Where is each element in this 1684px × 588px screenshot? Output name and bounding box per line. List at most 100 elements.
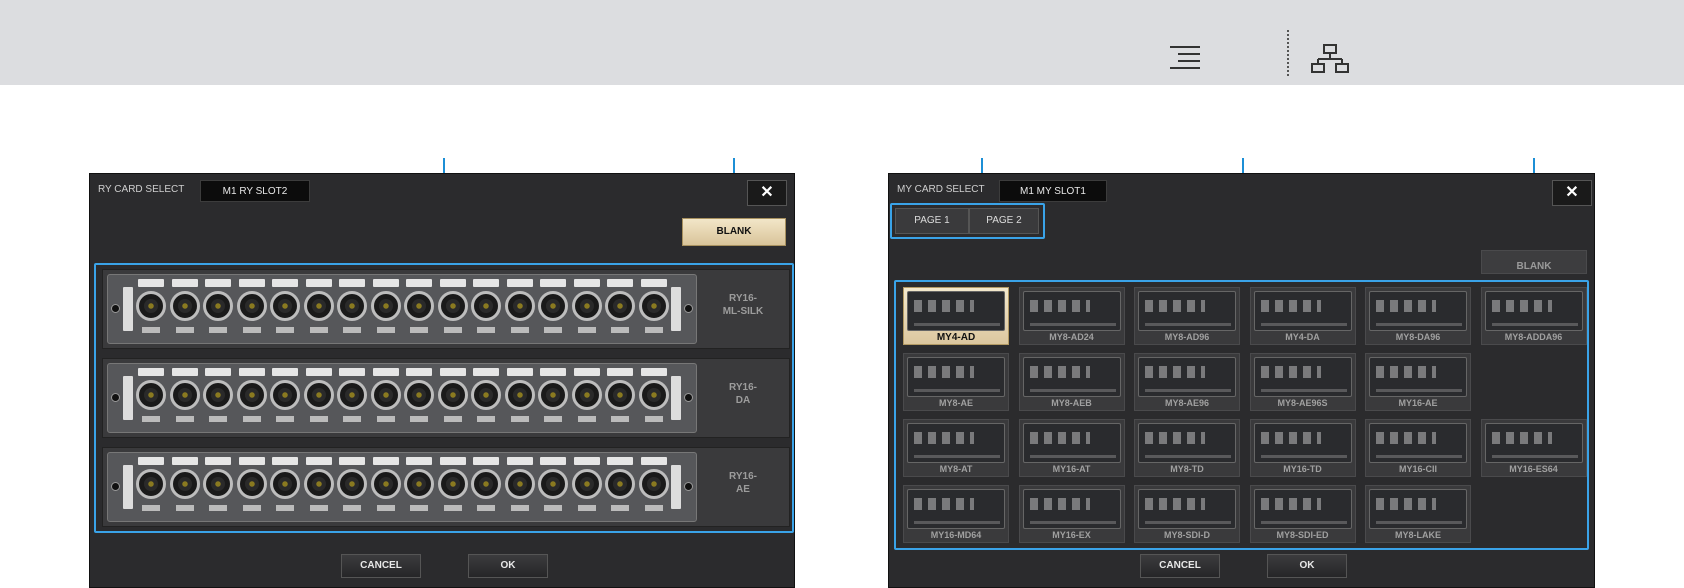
channel-number-plate [138, 457, 164, 465]
channel-number-plate [640, 457, 667, 465]
channel-number-plate [171, 279, 198, 287]
channel-number-plate [171, 368, 198, 376]
my-card-my16-at[interactable]: MY16-AT [1018, 419, 1125, 477]
my-card-my8-ae96[interactable]: MY8-AE96 [1134, 353, 1240, 411]
xlr-connector-icon [605, 380, 635, 410]
my-slot-tab: M1 MY SLOT1 [999, 180, 1107, 202]
channel-number-plate [473, 457, 499, 465]
connector-label-plate [376, 505, 395, 511]
connector-label-plate [644, 416, 663, 422]
connector-label-plate [611, 416, 629, 422]
ry-blank-button[interactable]: BLANK [682, 218, 786, 246]
ry-card-da[interactable]: RY16- DA [102, 358, 790, 438]
tab-page-2[interactable]: PAGE 2 [969, 208, 1039, 234]
panel-screw-icon [684, 482, 693, 491]
ry-card-ae[interactable]: RY16- AE [102, 447, 790, 527]
my-card-my16-cii[interactable]: MY16-CII [1365, 419, 1471, 477]
channel-number-plate [640, 279, 667, 287]
my-card-my8-ad24[interactable]: MY8-AD24 [1018, 287, 1125, 345]
card-name-label: MY8-AT [939, 464, 973, 474]
card-face-image [1022, 489, 1121, 529]
connector-label-plate [309, 327, 328, 333]
network-tree-icon[interactable] [1311, 44, 1349, 74]
xlr-connector-icon [571, 469, 602, 499]
side-label-plate [123, 287, 133, 331]
my-card-my8-at[interactable]: MY8-AT [903, 419, 1009, 477]
tab-page-1[interactable]: PAGE 1 [895, 208, 969, 234]
my-card-my8-adda96[interactable]: MY8-ADDA96 [1480, 287, 1587, 345]
xlr-connector-icon [571, 291, 602, 321]
my-card-select-panel: MY CARD SELECT M1 MY SLOT1 ✕ PAGE 1 PAGE… [888, 173, 1595, 588]
my-ok-button[interactable]: OK [1267, 554, 1347, 578]
my-close-button[interactable]: ✕ [1552, 180, 1592, 206]
card-name-label: MY8-AE96S [1277, 398, 1328, 408]
ry-slot-tab: M1 RY SLOT2 [200, 180, 310, 202]
connector-label-plate [209, 327, 227, 333]
connector-label-plate [242, 505, 261, 511]
xlr-connector-icon [337, 291, 367, 321]
connector-label-plate [477, 327, 495, 333]
channel-number-plate [305, 457, 332, 465]
xlr-connector-icon [337, 469, 367, 499]
connector-label-plate [175, 327, 194, 333]
card-face-image [907, 357, 1005, 397]
connector-label-plate [544, 505, 562, 511]
my-card-my8-ae[interactable]: MY8-AE [903, 353, 1009, 411]
side-label-plate [671, 376, 681, 420]
my-card-my8-aeb[interactable]: MY8-AEB [1018, 353, 1125, 411]
my-card-my8-td[interactable]: MY8-TD [1134, 419, 1240, 477]
ry-ok-button[interactable]: OK [468, 554, 548, 578]
card-name-label: MY4-AD [936, 332, 976, 343]
my-card-my8-ae96s[interactable]: MY8-AE96S [1249, 353, 1356, 411]
xlr-connector-icon [471, 380, 501, 410]
card-name-label: MY8-ADDA96 [1504, 332, 1563, 342]
card-name-label: MY8-AE96 [1164, 398, 1209, 408]
connector-label-plate [577, 327, 596, 333]
xlr-connector-icon [370, 469, 401, 499]
my-card-my16-md64[interactable]: MY16-MD64 [903, 485, 1009, 543]
card-face-image [907, 489, 1005, 529]
channel-number-plate [238, 279, 265, 287]
card-name-label: MY8-TD [1170, 464, 1204, 474]
channel-number-plate [573, 457, 600, 465]
xlr-connector-icon [538, 469, 568, 499]
my-card-my16-es64[interactable]: MY16-ES64 [1480, 419, 1587, 477]
xlr-connector-icon [169, 380, 200, 410]
channel-number-plate [540, 457, 566, 465]
my-card-my4-da[interactable]: MY4-DA [1249, 287, 1356, 345]
ry-close-button[interactable]: ✕ [747, 180, 787, 206]
xlr-connector-icon [136, 469, 166, 499]
card-name-label: MY8-SDI-D [1163, 530, 1210, 540]
channel-number-plate [506, 457, 533, 465]
channel-number-plate [339, 368, 365, 376]
ry-card-ml-silk[interactable]: RY16- ML-SILK [102, 269, 790, 349]
my-card-my16-td[interactable]: MY16-TD [1249, 419, 1356, 477]
my-card-my4-ad[interactable]: MY4-AD [903, 287, 1009, 345]
my-cancel-button[interactable]: CANCEL [1140, 554, 1220, 578]
connector-label-plate [343, 327, 361, 333]
channel-number-plate [372, 457, 399, 465]
xlr-connector-icon [236, 291, 267, 321]
my-card-my8-da96[interactable]: MY8-DA96 [1365, 287, 1471, 345]
my-card-my8-ad96[interactable]: MY8-AD96 [1134, 287, 1240, 345]
my-card-my8-lake[interactable]: MY8-LAKE [1365, 485, 1471, 543]
ry-card-select-panel: RY CARD SELECT M1 RY SLOT2 ✕ BLANK RY16-… [89, 173, 795, 588]
card-face-image [907, 423, 1005, 463]
ry-panel-title: RY CARD SELECT [98, 184, 185, 195]
ry-cancel-button[interactable]: CANCEL [341, 554, 421, 578]
list-indent-icon[interactable] [1168, 44, 1202, 72]
channel-number-plate [607, 279, 633, 287]
my-card-my8-sdi-d[interactable]: MY8-SDI-D [1134, 485, 1240, 543]
channel-number-plate [305, 279, 332, 287]
xlr-connector-icon [638, 469, 669, 499]
my-card-my16-ex[interactable]: MY16-EX [1018, 485, 1125, 543]
xlr-connector-icon [370, 380, 401, 410]
channel-number-plate [138, 368, 164, 376]
connector-label-plate [309, 505, 328, 511]
my-blank-button[interactable]: BLANK [1481, 250, 1587, 274]
my-card-my16-ae[interactable]: MY16-AE [1365, 353, 1471, 411]
my-card-my8-sdi-ed[interactable]: MY8-SDI-ED [1249, 485, 1356, 543]
channel-number-plate [372, 279, 399, 287]
my-card-list-frame: MY4-AD MY8-AD24 MY8-AD96 MY4-DA MY8-DA96 MY8-… [894, 280, 1589, 550]
card-name-label: MY16-ES64 [1509, 464, 1558, 474]
